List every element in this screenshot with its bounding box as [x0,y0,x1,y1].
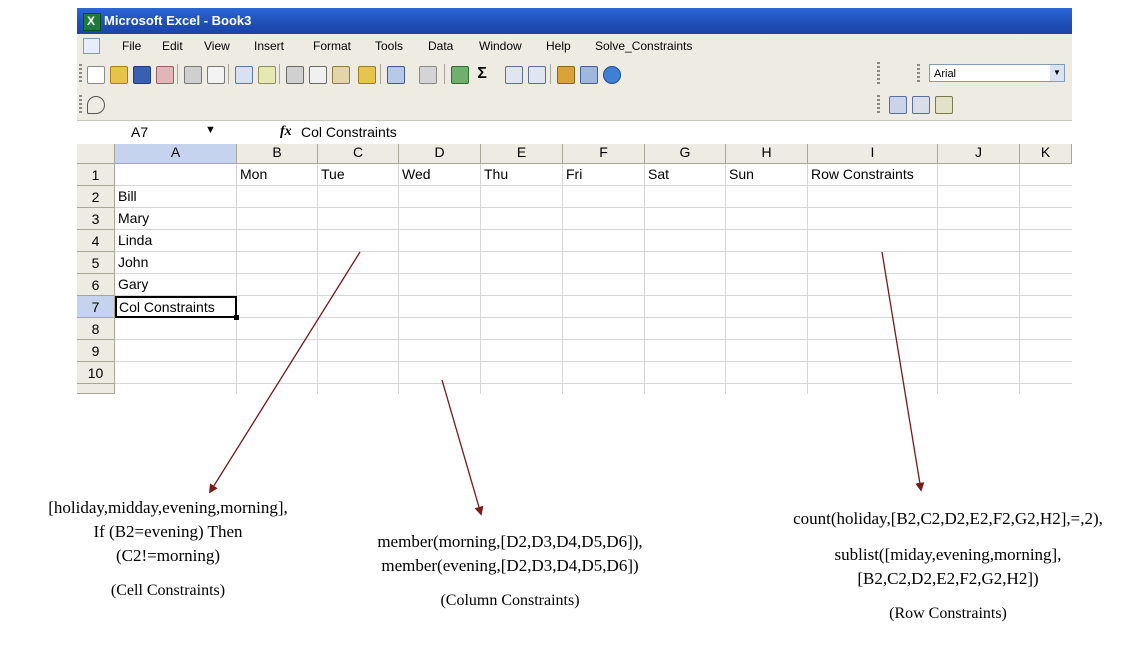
row-constraint-line: count(holiday,[B2,C2,D2,E2,F2,G2,H2],=,2… [793,509,1103,528]
column-constraints-caption: (Column Constraints) [440,592,580,609]
row-constraint-line: [B2,C2,D2,E2,F2,G2,H2]) [857,569,1039,588]
row-constraint-arrow [881,251,925,492]
cell-constraints-annotation: [holiday,midday,evening,morning], If (B2… [8,496,328,600]
cell-constraint-line: (C2!=morning) [115,546,221,565]
row-constraint-line: sublist([miday,evening,morning], [834,545,1062,564]
column-constraint-line: member(morning,[D2,D3,D4,D5,D6]), [377,532,643,551]
cell-constraint-line: If (B2=evening) Then [93,522,243,541]
row-constraints-annotation: count(holiday,[B2,C2,D2,E2,F2,G2,H2],=,2… [750,507,1146,623]
row-constraints-caption: (Row Constraints) [889,605,1007,622]
cell-constraint-arrow [209,251,361,494]
column-constraint-line: member(evening,[D2,D3,D4,D5,D6]) [381,556,639,575]
cell-constraint-line: [holiday,midday,evening,morning], [48,498,288,517]
cell-constraints-caption: (Cell Constraints) [110,582,226,599]
column-constraint-arrow [441,379,484,516]
column-constraints-annotation: member(morning,[D2,D3,D4,D5,D6]), member… [340,530,680,610]
